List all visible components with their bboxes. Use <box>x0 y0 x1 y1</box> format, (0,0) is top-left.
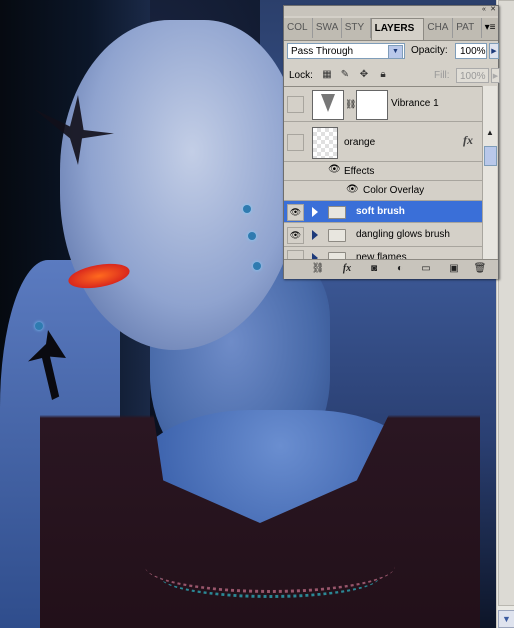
expand-arrow-icon[interactable] <box>312 230 318 240</box>
collapse-icon[interactable]: « <box>480 6 488 14</box>
layer-name: orange <box>344 137 376 148</box>
earring-bead <box>35 322 43 330</box>
lock-all-icon[interactable]: 🔒︎ <box>377 69 389 81</box>
tab-layers[interactable]: LAYERS <box>370 18 425 40</box>
lock-position-icon[interactable]: ✥ <box>358 69 370 81</box>
tab-styles[interactable]: STY <box>342 18 371 38</box>
lock-image-icon[interactable]: ✎ <box>339 69 351 81</box>
fill-slider-icon[interactable]: ▶ <box>491 68 500 83</box>
expand-arrow-icon[interactable] <box>312 207 318 217</box>
trash-icon[interactable]: 🗑︎ <box>472 262 488 276</box>
earring-bead <box>243 205 251 213</box>
fill-input[interactable]: 100% <box>456 68 489 83</box>
layer-effect-color-overlay[interactable]: 👁︎ Color Overlay <box>284 181 482 201</box>
folder-icon[interactable]: ▭ <box>418 262 434 276</box>
lock-transparency-icon[interactable]: ▦ <box>321 69 333 81</box>
layers-bottom-toolbar: ⛓ fx ◙ ◐ ▭ ▣ 🗑︎ <box>284 259 498 279</box>
scroll-down-icon[interactable]: ▼ <box>498 610 514 628</box>
link-layers-icon[interactable]: ⛓ <box>310 262 326 276</box>
tab-color[interactable]: COL <box>284 18 313 38</box>
eye-icon[interactable]: 👁︎ <box>346 184 359 195</box>
fx-icon[interactable]: fx <box>463 133 473 148</box>
scrollbar-thumb[interactable] <box>498 0 514 606</box>
scrollbar-thumb[interactable] <box>484 146 497 166</box>
tab-paths[interactable]: PAT <box>453 18 483 38</box>
opacity-slider-icon[interactable]: ▶ <box>489 43 499 59</box>
layer-group-dangling-glows-brush[interactable]: 👁︎ dangling glows brush <box>284 223 482 247</box>
close-icon[interactable]: ✕ <box>489 6 497 14</box>
earring-bead <box>253 262 261 270</box>
effects-label: Effects <box>344 166 375 177</box>
earring-bead <box>248 232 256 240</box>
new-layer-icon[interactable]: ▣ <box>446 262 462 276</box>
tab-swatches[interactable]: SWA <box>313 18 342 38</box>
adjustment-icon[interactable]: ◐ <box>392 262 408 276</box>
panel-titlebar[interactable]: « ✕ <box>284 6 498 16</box>
fx-icon[interactable]: fx <box>339 262 355 276</box>
layer-vibrance-1[interactable]: ⛓ Vibrance 1 <box>284 87 482 122</box>
panel-tabs: COL SWA STY LAYERS CHA PAT ▾≡ <box>284 18 498 41</box>
layers-scrollbar[interactable]: ▲ <box>482 86 497 259</box>
scroll-up-icon[interactable]: ▲ <box>483 126 497 140</box>
chevron-down-icon[interactable]: ▼ <box>388 45 403 59</box>
visibility-toggle[interactable] <box>287 134 304 151</box>
visibility-toggle[interactable] <box>287 96 304 113</box>
layer-name: dangling glows brush <box>356 229 450 240</box>
layers-panel: « ✕ COL SWA STY LAYERS CHA PAT ▾≡ Pass T… <box>283 5 500 279</box>
layer-mask-thumbnail[interactable] <box>356 90 388 120</box>
eye-icon[interactable]: 👁︎ <box>287 204 304 221</box>
fill-label: Fill: <box>434 70 450 81</box>
layers-list: ⛓ Vibrance 1 orange fx 👁︎ Effects 👁︎ Col… <box>284 86 482 260</box>
layer-effects-header[interactable]: 👁︎ Effects <box>284 162 482 181</box>
layer-name: soft brush <box>356 206 405 217</box>
link-icon: ⛓ <box>345 99 357 109</box>
layer-group-soft-brush[interactable]: 👁︎ soft brush <box>284 201 482 223</box>
layer-orange[interactable]: orange fx <box>284 122 482 162</box>
layer-name: Vibrance 1 <box>391 98 439 109</box>
folder-icon <box>328 206 346 219</box>
vibrance-icon <box>312 90 344 120</box>
tab-channels[interactable]: CHA <box>424 18 454 38</box>
necklace-strand <box>160 555 380 598</box>
opacity-label: Opacity: <box>411 45 448 56</box>
eye-icon[interactable]: 👁︎ <box>287 227 304 244</box>
blend-mode-select[interactable]: Pass Through ▼ <box>287 43 405 59</box>
layer-thumbnail <box>312 127 338 159</box>
mask-icon[interactable]: ◙ <box>366 262 382 276</box>
eye-icon[interactable]: 👁︎ <box>328 164 341 175</box>
opacity-input[interactable]: 100% <box>455 43 487 59</box>
lock-label: Lock: <box>289 70 313 81</box>
effect-name: Color Overlay <box>363 185 425 196</box>
folder-icon <box>328 229 346 242</box>
blend-mode-value: Pass Through <box>291 46 354 57</box>
panel-menu-icon[interactable]: ▾≡ <box>482 18 498 40</box>
